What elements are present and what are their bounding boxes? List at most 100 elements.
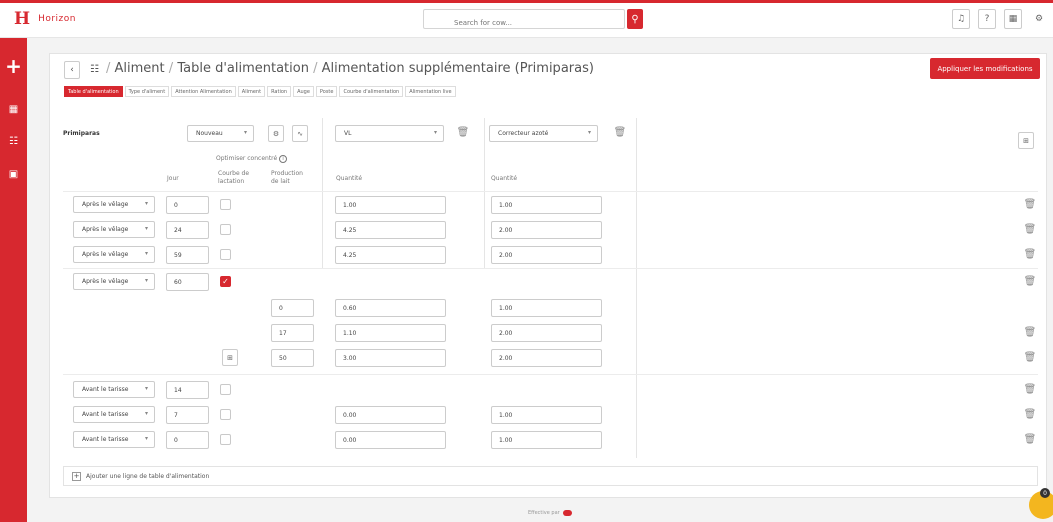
trash-icon[interactable]: 🗑	[1024, 223, 1037, 235]
col-header-quantity: Quantité	[491, 175, 518, 182]
quantity-input[interactable]: 1.00	[491, 406, 602, 424]
trash-icon[interactable]: 🗑	[1024, 248, 1037, 260]
lactation-checkbox[interactable]	[220, 249, 231, 260]
row-divider	[63, 268, 1038, 269]
tab-station[interactable]: Poste	[315, 86, 338, 97]
quantity-input[interactable]: 0.60	[335, 299, 446, 317]
day-input[interactable]: 24	[166, 221, 209, 239]
quantity-input[interactable]: 1.00	[491, 299, 602, 317]
curve-button[interactable]: ∿	[292, 125, 308, 142]
period-select[interactable]: Après le vêlage ▾	[73, 221, 155, 238]
sidebar-add-button[interactable]: +	[0, 54, 27, 78]
search-button[interactable]: ⚲	[627, 9, 643, 29]
notification-button[interactable]: ♫	[952, 9, 970, 29]
period-value: Après le vêlage	[82, 226, 129, 233]
day-input[interactable]: 0	[166, 196, 209, 214]
add-feed-button[interactable]: ⊞	[1018, 132, 1034, 149]
trash-icon[interactable]: 🗑	[1024, 383, 1037, 395]
tab-ration[interactable]: Ration	[267, 86, 292, 97]
quantity-input[interactable]: 0.00	[335, 431, 446, 449]
trash-icon[interactable]: 🗑	[1024, 433, 1037, 445]
milk-production-input[interactable]: 0	[271, 299, 314, 317]
new-select[interactable]: Nouveau ▾	[187, 125, 254, 142]
column-divider	[322, 118, 323, 268]
quantity-input[interactable]: 3.00	[335, 349, 446, 367]
trash-icon[interactable]: 🗑	[1024, 326, 1037, 338]
quantity-input[interactable]: 2.00	[491, 349, 602, 367]
day-input[interactable]: 7	[166, 406, 209, 424]
tab-feed[interactable]: Aliment	[237, 86, 266, 97]
breadcrumb-item[interactable]: Aliment	[115, 61, 165, 76]
tab-feeding-curve[interactable]: Courbe d'alimentation	[339, 86, 404, 97]
chevron-down-icon: ▾	[243, 129, 247, 136]
milk-production-input[interactable]: 50	[271, 349, 314, 367]
trash-icon[interactable]: 🗑	[457, 126, 470, 138]
trash-icon[interactable]: 🗑	[1024, 351, 1037, 363]
day-input[interactable]: 59	[166, 246, 209, 264]
chevron-down-icon: ▾	[144, 250, 148, 257]
tab-feeding-table[interactable]: Table d'alimentation	[64, 86, 123, 97]
trash-icon[interactable]: 🗑	[1024, 408, 1037, 420]
feed2-name: Correcteur azoté	[498, 130, 549, 137]
add-feeding-row-button[interactable]: + Ajouter une ligne de table d'alimentat…	[63, 466, 1038, 486]
settings-button[interactable]: ⚙	[1030, 9, 1048, 29]
app-logo[interactable]: H Horizon	[14, 9, 76, 29]
settings-button[interactable]: ⚙	[268, 125, 284, 142]
lactation-checkbox[interactable]	[220, 384, 231, 395]
quantity-input[interactable]: 1.00	[335, 196, 446, 214]
quantity-input[interactable]: 0.00	[335, 406, 446, 424]
lactation-checkbox[interactable]	[220, 224, 231, 235]
breadcrumb-separator: /	[106, 61, 111, 76]
period-select[interactable]: Après le vêlage ▾	[73, 273, 155, 290]
tab-trough[interactable]: Auge	[293, 86, 314, 97]
lactation-checkbox[interactable]: ✓	[220, 276, 231, 287]
app-name: Horizon	[38, 14, 76, 24]
milk-production-input[interactable]: 17	[271, 324, 314, 342]
apps-button[interactable]: ▦	[1004, 9, 1022, 29]
document-icon[interactable]: ▣	[0, 164, 27, 184]
col-header-lactation-curve: Courbe de lactation	[218, 170, 250, 185]
plus-square-icon: +	[72, 471, 81, 481]
period-select[interactable]: Après le vêlage ▾	[73, 246, 155, 263]
period-select[interactable]: Avant le tarisse ▾	[73, 381, 155, 398]
feed1-select[interactable]: VL ▾	[335, 125, 444, 142]
lactation-checkbox[interactable]	[220, 409, 231, 420]
quantity-input[interactable]: 4.25	[335, 246, 446, 264]
footer-text: Effective par	[528, 510, 560, 516]
trash-icon[interactable]: 🗑	[1024, 275, 1037, 287]
feed2-select[interactable]: Correcteur azoté ▾	[489, 125, 598, 142]
trash-icon[interactable]: 🗑	[1024, 198, 1037, 210]
breadcrumb-separator: /	[313, 61, 318, 76]
quantity-input[interactable]: 2.00	[491, 221, 602, 239]
breadcrumb-item[interactable]: Table d'alimentation	[177, 61, 309, 76]
day-input[interactable]: 0	[166, 431, 209, 449]
quantity-input[interactable]: 2.00	[491, 246, 602, 264]
back-button[interactable]: ‹	[64, 61, 80, 79]
tab-feeding-attention[interactable]: Attention Alimentation	[171, 86, 236, 97]
day-input[interactable]: 14	[166, 381, 209, 399]
help-button[interactable]: ?	[978, 9, 996, 29]
day-input[interactable]: 60	[166, 273, 209, 291]
quantity-input[interactable]: 1.00	[491, 196, 602, 214]
search-input[interactable]	[424, 14, 624, 32]
dashboard-icon[interactable]: ▦	[0, 99, 27, 119]
period-value: Après le vêlage	[82, 201, 129, 208]
period-select[interactable]: Avant le tarisse ▾	[73, 431, 155, 448]
tab-live-feeding[interactable]: Alimentation live	[405, 86, 456, 97]
trash-icon[interactable]: 🗑	[614, 126, 627, 138]
tab-feed-type[interactable]: Type d'aliment	[124, 86, 170, 97]
period-select[interactable]: Avant le tarisse ▾	[73, 406, 155, 423]
period-select[interactable]: Après le vêlage ▾	[73, 196, 155, 213]
lactation-checkbox[interactable]	[220, 434, 231, 445]
quantity-input[interactable]: 4.25	[335, 221, 446, 239]
col-header-day: Jour	[167, 175, 179, 182]
quantity-input[interactable]: 2.00	[491, 324, 602, 342]
quantity-input[interactable]: 1.10	[335, 324, 446, 342]
herd-icon[interactable]: ☷	[0, 131, 27, 151]
plus-square-icon: ⊞	[227, 353, 233, 362]
row-divider	[63, 374, 1038, 375]
apply-changes-button[interactable]: Appliquer les modifications	[930, 58, 1040, 79]
lactation-checkbox[interactable]	[220, 199, 231, 210]
quantity-input[interactable]: 1.00	[491, 431, 602, 449]
add-subrow-button[interactable]: ⊞	[222, 349, 238, 366]
